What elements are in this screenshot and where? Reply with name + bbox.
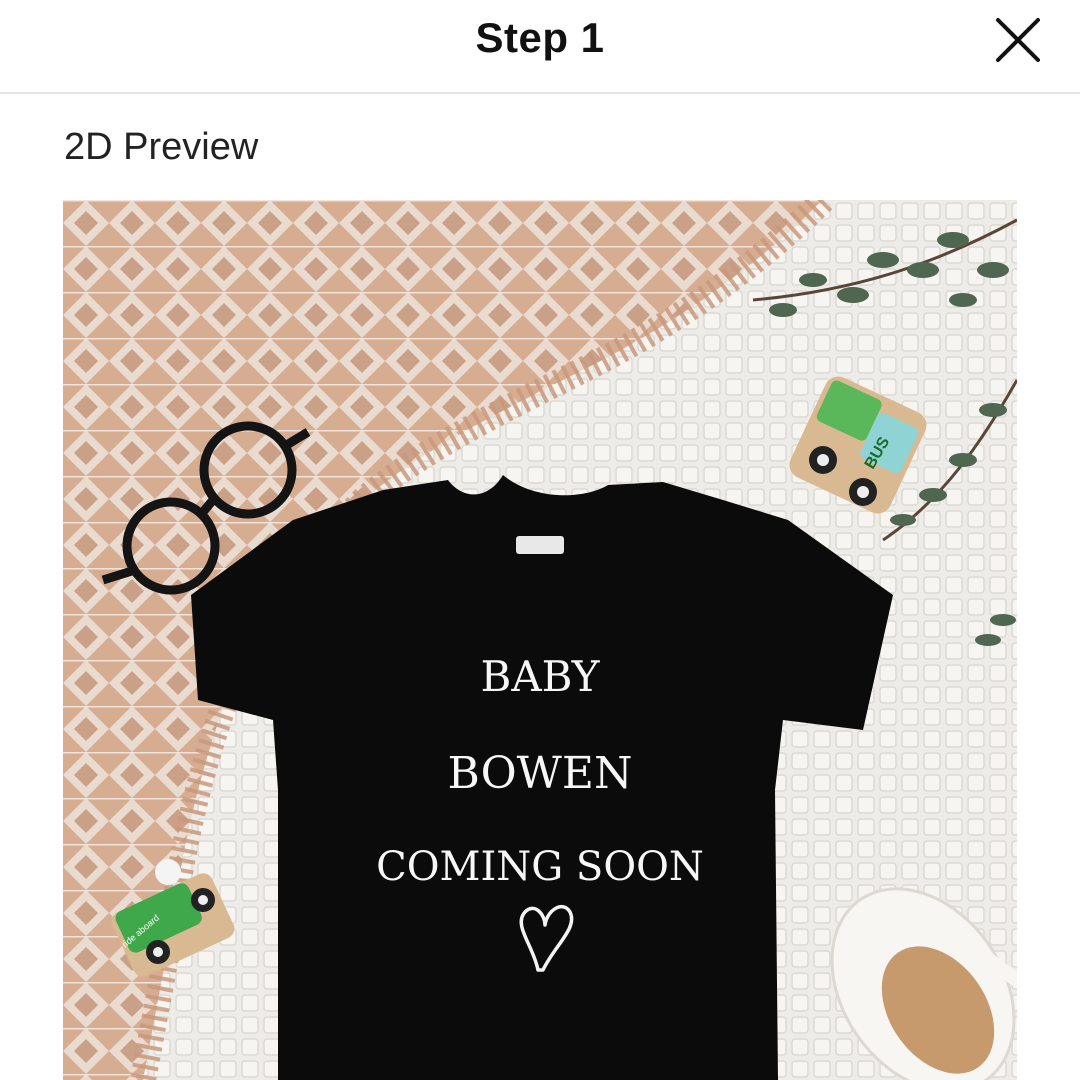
print-line-name: BOWEN (447, 748, 633, 799)
close-button[interactable] (992, 14, 1044, 66)
print-line-coming-soon: COMING SOON (376, 844, 704, 890)
print-line-baby: BABY (480, 652, 600, 701)
close-icon (996, 18, 1040, 62)
neck-tag (516, 536, 564, 554)
product-scene: BUS ride aboard (63, 200, 1017, 1080)
page-title: Step 1 (475, 14, 605, 61)
preview-image: BUS ride aboard BABY BOWEN COMING SOON (63, 200, 1017, 1080)
header-bar: Step 1 (0, 0, 1080, 94)
preview-section-label: 2D Preview (64, 126, 259, 168)
